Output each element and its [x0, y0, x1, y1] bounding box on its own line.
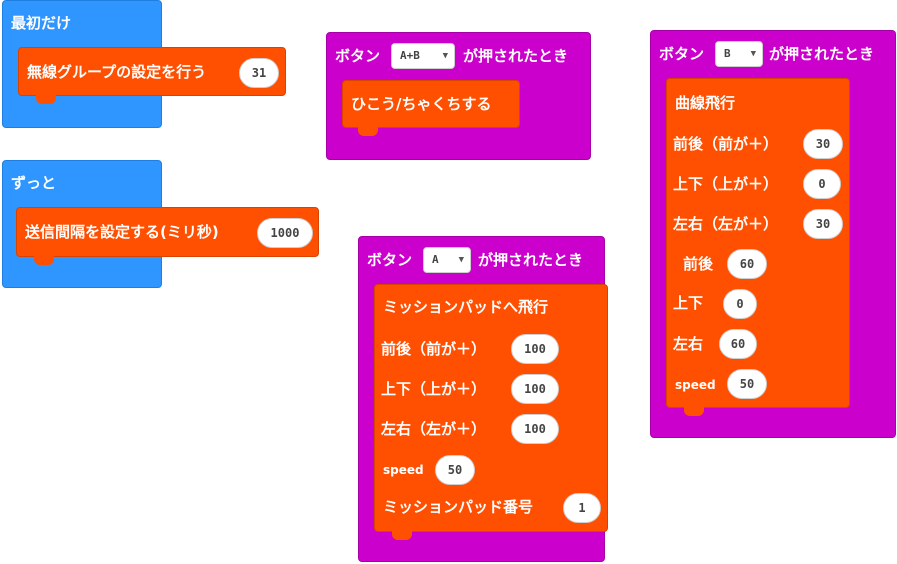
- takeoff-land-label: ひこう/ちゃくちする: [351, 95, 492, 113]
- button-ab-dropdown[interactable]: A+B ▼: [391, 43, 455, 69]
- curve-up-down-2-label: 上下: [673, 294, 704, 312]
- set-send-interval-label: 送信間隔を設定する(ミリ秒): [25, 223, 219, 241]
- send-interval-value-input[interactable]: 1000: [257, 218, 313, 248]
- up-down-value-input[interactable]: 100: [511, 374, 559, 404]
- button-ab-suffix: が押されたとき: [463, 47, 569, 65]
- button-b-prefix: ボタン: [659, 45, 705, 63]
- button-a-value: A: [432, 253, 439, 266]
- block-notch: [392, 531, 412, 540]
- curve-flight-block[interactable]: 曲線飛行 前後（前が＋） 30 上下（上が＋） 0 左右（左が＋） 30 前後 …: [666, 78, 850, 408]
- block-notch: [358, 127, 378, 136]
- speed-value-input[interactable]: 50: [435, 455, 475, 485]
- chevron-down-icon: ▼: [750, 49, 756, 59]
- mission-pad-id-value-input[interactable]: 1: [563, 493, 601, 523]
- radio-set-group-block[interactable]: 無線グループの設定を行う 31: [18, 47, 286, 96]
- forward-back-value-input[interactable]: 100: [511, 334, 559, 364]
- left-right-label: 左右（左が＋）: [381, 420, 487, 438]
- chevron-down-icon: ▼: [442, 51, 448, 61]
- curve-speed-label: speed: [675, 378, 716, 392]
- chevron-down-icon: ▼: [458, 255, 464, 265]
- button-a-prefix: ボタン: [367, 251, 413, 269]
- curve-flight-title: 曲線飛行: [675, 94, 736, 112]
- forward-back-label: 前後（前が＋）: [381, 340, 487, 358]
- button-b-suffix: が押されたとき: [769, 45, 875, 63]
- button-b-value: B: [724, 47, 731, 60]
- radio-group-value-input[interactable]: 31: [239, 58, 279, 88]
- up-down-label: 上下（上が＋）: [381, 380, 487, 398]
- fly-to-mission-pad-block[interactable]: ミッションパッドへ飛行 前後（前が＋） 100 上下（上が＋） 100 左右（左…: [374, 284, 608, 532]
- takeoff-land-block[interactable]: ひこう/ちゃくちする: [342, 80, 520, 128]
- curve-left-right-2-value-input[interactable]: 60: [719, 329, 757, 359]
- mission-pad-id-label: ミッションパッド番号: [383, 498, 534, 516]
- block-notch: [36, 95, 56, 104]
- button-b-dropdown[interactable]: B ▼: [715, 41, 763, 67]
- curve-up-down-value-input[interactable]: 0: [803, 169, 841, 199]
- fly-to-mission-pad-title: ミッションパッドへ飛行: [383, 298, 549, 316]
- button-ab-value: A+B: [400, 49, 420, 62]
- set-send-interval-block[interactable]: 送信間隔を設定する(ミリ秒) 1000: [16, 207, 319, 257]
- curve-forward-back-label: 前後（前が＋）: [673, 135, 779, 153]
- forever-label: ずっと: [11, 174, 57, 192]
- on-start-label: 最初だけ: [11, 14, 72, 32]
- button-ab-prefix: ボタン: [335, 47, 381, 65]
- block-notch: [34, 256, 54, 265]
- speed-label: speed: [383, 463, 424, 477]
- curve-left-right-value-input[interactable]: 30: [803, 209, 843, 239]
- curve-forward-back-2-label: 前後: [683, 255, 714, 273]
- curve-up-down-2-value-input[interactable]: 0: [723, 289, 757, 319]
- button-a-dropdown[interactable]: A ▼: [423, 247, 471, 273]
- curve-forward-back-value-input[interactable]: 30: [803, 129, 843, 159]
- curve-forward-back-2-value-input[interactable]: 60: [727, 249, 767, 279]
- block-notch: [684, 407, 704, 416]
- radio-set-group-label: 無線グループの設定を行う: [27, 63, 207, 81]
- curve-up-down-label: 上下（上が＋）: [673, 175, 779, 193]
- curve-left-right-2-label: 左右: [673, 335, 704, 353]
- curve-speed-value-input[interactable]: 50: [727, 369, 767, 399]
- curve-left-right-label: 左右（左が＋）: [673, 215, 779, 233]
- button-a-suffix: が押されたとき: [478, 251, 584, 269]
- left-right-value-input[interactable]: 100: [511, 414, 559, 444]
